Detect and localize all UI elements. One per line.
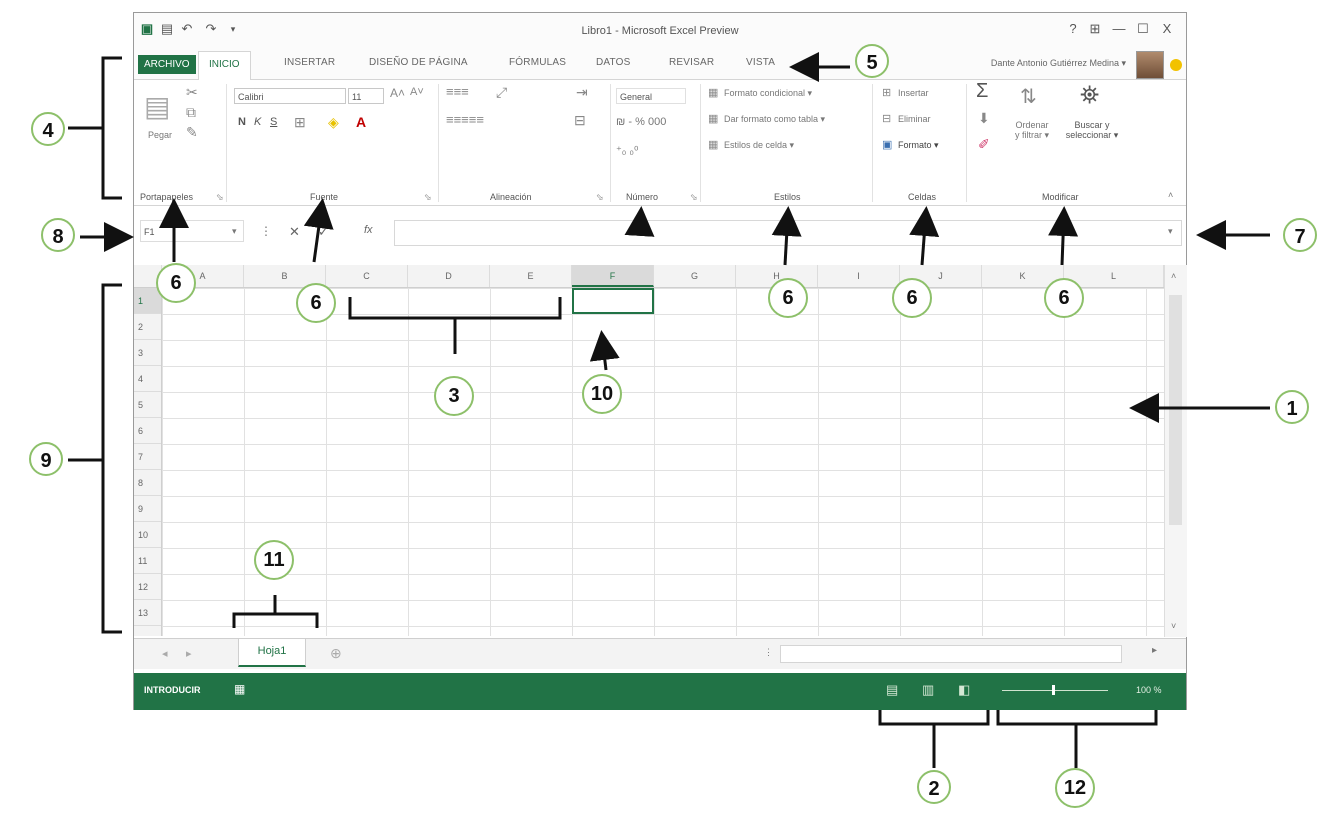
callout-1: 1 [1275, 390, 1309, 424]
callout-11: 11 [254, 540, 294, 580]
callout-6: 6 [156, 263, 196, 303]
bracket-4 [68, 56, 122, 200]
arrow-6 [909, 206, 940, 266]
annotation-overlay [68, 52, 1270, 768]
callout-3: 3 [434, 376, 474, 416]
callout-5: 5 [855, 44, 889, 78]
callout-6: 6 [892, 278, 932, 318]
callout-2: 2 [917, 770, 951, 804]
callout-6: 6 [296, 283, 336, 323]
callout-4: 4 [31, 112, 65, 146]
callout-6: 6 [768, 278, 808, 318]
bracket-12 [996, 710, 1158, 768]
bracket-2 [878, 710, 990, 768]
callout-8: 8 [41, 218, 75, 252]
arrow-number [624, 206, 655, 237]
arrow-6 [771, 206, 802, 266]
callout-6: 6 [1044, 278, 1084, 318]
bracket-11 [232, 595, 319, 628]
arrow-10 [589, 330, 620, 371]
callout-7: 7 [1283, 218, 1317, 252]
bracket-3 [348, 297, 562, 354]
arrow-6 [303, 198, 334, 263]
callout-9: 9 [29, 442, 63, 476]
bracket-9 [68, 283, 122, 634]
callout-12: 12 [1055, 768, 1095, 808]
callout-10: 10 [582, 374, 622, 414]
arrow-6 [1048, 206, 1079, 266]
